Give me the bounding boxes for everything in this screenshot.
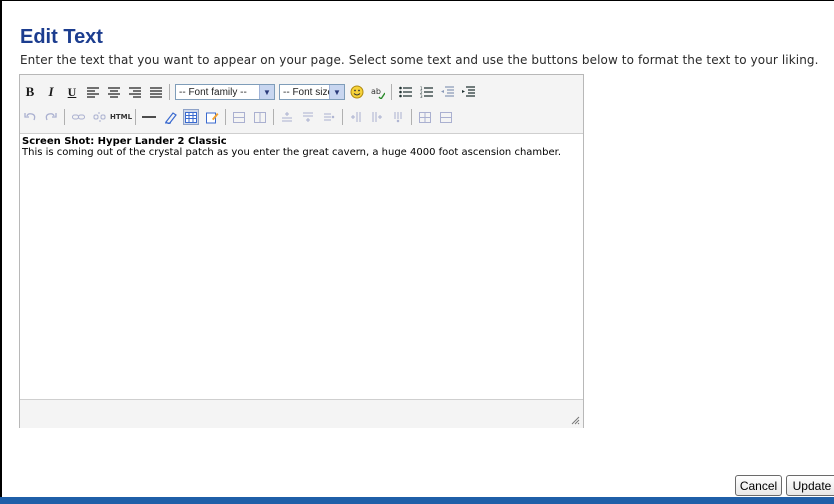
font-family-select[interactable]: -- Font family -- ▼ — [175, 84, 275, 100]
emoticon-icon[interactable] — [349, 84, 365, 100]
toolbar-separator — [225, 109, 226, 125]
align-center-icon[interactable] — [106, 84, 122, 100]
insert-column-after-icon[interactable] — [369, 109, 385, 125]
insert-row-after-icon[interactable] — [300, 109, 316, 125]
content-body: This is coming out of the crystal patch … — [22, 147, 562, 158]
delete-row-icon[interactable] — [321, 109, 337, 125]
underline-button[interactable]: U — [64, 84, 80, 100]
editor-content[interactable]: Screen Shot: Hyper Lander 2 Classic This… — [20, 134, 583, 399]
eraser-icon[interactable] — [162, 109, 178, 125]
chevron-down-icon: ▼ — [329, 85, 344, 99]
bullet-list-icon[interactable] — [397, 84, 413, 100]
chevron-down-icon: ▼ — [259, 85, 274, 99]
update-button[interactable]: Update — [786, 475, 834, 496]
cancel-button[interactable]: Cancel — [735, 475, 782, 496]
editor-status-bar — [20, 399, 583, 428]
toolbar-separator — [342, 109, 343, 125]
indent-icon[interactable] — [460, 84, 476, 100]
insert-column-before-icon[interactable] — [348, 109, 364, 125]
delete-column-icon[interactable] — [390, 109, 406, 125]
undo-icon[interactable] — [22, 109, 38, 125]
bold-button[interactable]: B — [22, 84, 38, 100]
svg-text:3: 3 — [420, 94, 423, 98]
redo-icon[interactable] — [43, 109, 59, 125]
toolbar-separator — [411, 109, 412, 125]
toolbar-separator — [273, 109, 274, 125]
table-cell-icon[interactable] — [252, 109, 268, 125]
toolbar-separator — [391, 84, 392, 100]
align-justify-icon[interactable] — [148, 84, 164, 100]
rich-text-editor: B I U -- Font family -- ▼ -- Font size -… — [19, 74, 584, 428]
align-left-icon[interactable] — [85, 84, 101, 100]
font-size-select-label: -- Font size -- — [283, 86, 329, 98]
toolbar-row-2: HTML — [22, 106, 459, 128]
spellcheck-icon[interactable]: ab — [370, 84, 386, 100]
unlink-icon[interactable] — [91, 109, 107, 125]
font-family-select-label: -- Font family -- — [179, 86, 247, 98]
italic-button[interactable]: I — [43, 84, 59, 100]
toolbar-separator — [64, 109, 65, 125]
html-source-button[interactable]: HTML — [109, 109, 133, 125]
font-size-select[interactable]: -- Font size -- ▼ — [279, 84, 345, 100]
resize-grip-icon[interactable] — [570, 415, 580, 425]
table-properties-icon[interactable] — [231, 109, 247, 125]
instructions-text: Enter the text that you want to appear o… — [20, 53, 819, 67]
toolbar-separator — [169, 84, 170, 100]
merge-cells-icon[interactable] — [438, 109, 454, 125]
window-bottom-bar — [0, 497, 834, 504]
insert-row-before-icon[interactable] — [279, 109, 295, 125]
outdent-icon[interactable] — [439, 84, 455, 100]
toolbar-row-1: B I U -- Font family -- ▼ -- Font size -… — [22, 81, 481, 103]
dialog-title: Edit Text — [20, 26, 103, 48]
html-source-label: HTML — [109, 113, 133, 121]
align-right-icon[interactable] — [127, 84, 143, 100]
horizontal-rule-icon[interactable] — [141, 109, 157, 125]
content-heading: Screen Shot: Hyper Lander 2 Classic — [22, 136, 227, 147]
split-cells-icon[interactable] — [417, 109, 433, 125]
toolbar-separator — [135, 109, 136, 125]
numbered-list-icon[interactable]: 123 — [418, 84, 434, 100]
link-icon[interactable] — [70, 109, 86, 125]
edit-icon[interactable] — [204, 109, 220, 125]
svg-text:ab: ab — [371, 87, 381, 96]
table-icon[interactable] — [183, 109, 199, 125]
editor-toolbar: B I U -- Font family -- ▼ -- Font size -… — [20, 75, 583, 134]
